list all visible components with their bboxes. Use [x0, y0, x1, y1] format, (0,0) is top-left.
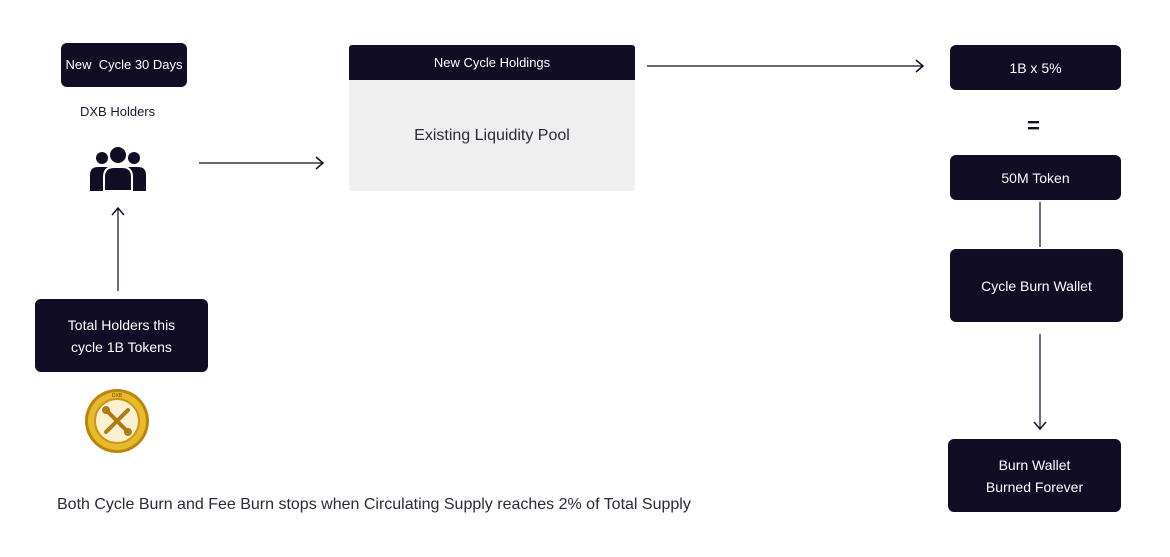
result-label: 50M Token: [1001, 169, 1070, 186]
formula-label: 1B x 5%: [1009, 59, 1062, 76]
burn-wallet-line2: Burned Forever: [985, 478, 1084, 495]
holders-label: DXB Holders: [80, 104, 156, 119]
total-holders-line2: cycle 1B Tokens: [71, 338, 172, 355]
result-box: 50M Token: [950, 155, 1121, 200]
liquidity-pool-card: New Cycle Holdings Existing Liquidity Po…: [349, 45, 635, 191]
dxb-coin-logo: DXB: [85, 389, 149, 453]
pool-body: Existing Liquidity Pool: [414, 126, 570, 144]
burn-wallet-final-box: Burn Wallet Burned Forever: [948, 439, 1121, 512]
footer-note: Both Cycle Burn and Fee Burn stops when …: [57, 496, 691, 513]
arrow-up-to-holders: [111, 206, 125, 291]
total-holders-box: Total Holders this cycle 1B Tokens: [35, 299, 208, 372]
arrow-to-final-burn: [1033, 334, 1047, 431]
cycle-badge: New Cycle 30 Days: [61, 43, 187, 87]
equals-sign: =: [1027, 113, 1040, 138]
burn-wallet-line1: Burn Wallet: [998, 456, 1071, 473]
coin-logo-text: DXB: [112, 393, 123, 399]
cycle-burn-wallet-label: Cycle Burn Wallet: [981, 277, 1092, 294]
group-users-icon: [90, 145, 146, 192]
arrow-to-pool: [199, 156, 325, 170]
cycle-burn-wallet-box: Cycle Burn Wallet: [950, 249, 1123, 322]
arrow-to-formula: [647, 59, 925, 73]
pool-header: New Cycle Holdings: [349, 45, 635, 80]
cycle-badge-label: New Cycle 30 Days: [65, 57, 183, 72]
formula-box: 1B x 5%: [950, 45, 1121, 90]
total-holders-line1: Total Holders this: [67, 316, 176, 333]
